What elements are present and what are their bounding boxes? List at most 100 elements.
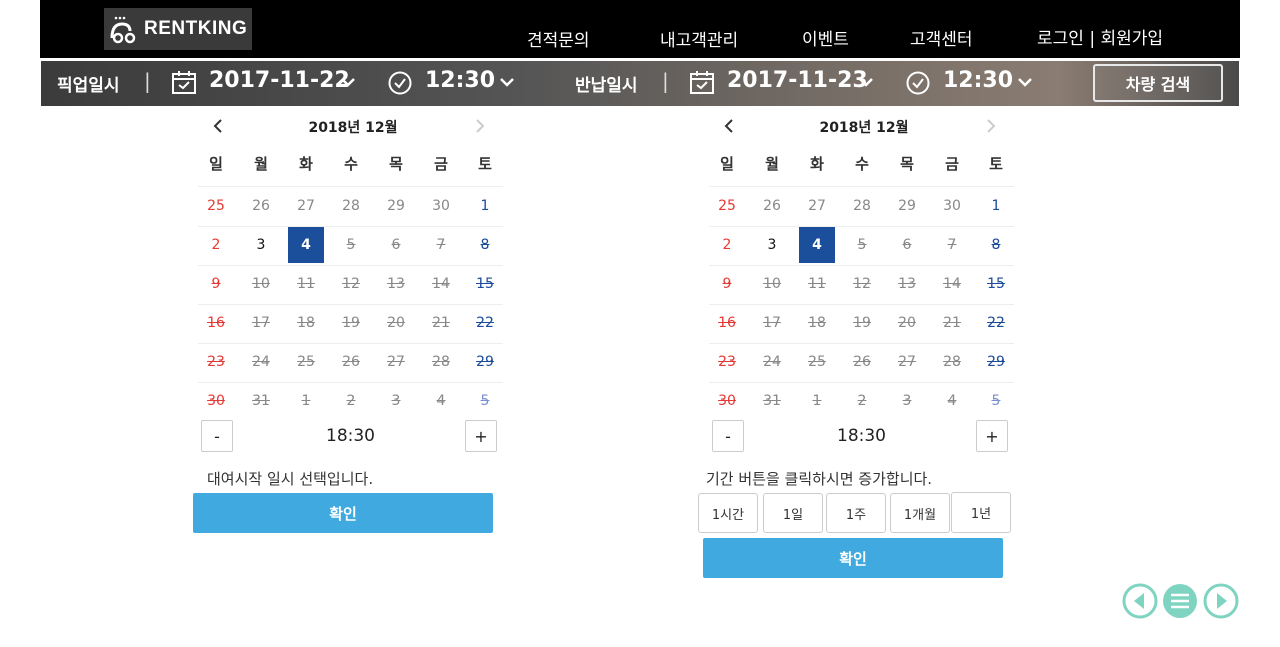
- chevron-down-icon[interactable]: [858, 71, 874, 95]
- vehicle-search-button[interactable]: 차량 검색: [1093, 64, 1223, 102]
- calendar-day[interactable]: 2: [709, 227, 745, 263]
- calendar-day[interactable]: 6: [378, 227, 414, 263]
- calendar-day[interactable]: 1: [799, 383, 835, 419]
- calendar-day[interactable]: 25: [799, 344, 835, 380]
- circle-prev-icon[interactable]: [1122, 583, 1158, 619]
- period-1hour-button[interactable]: 1시간: [698, 493, 758, 533]
- calendar-day[interactable]: 21: [423, 305, 459, 341]
- calendar-day[interactable]: 1: [978, 188, 1014, 224]
- return-time[interactable]: 12:30: [943, 68, 1013, 93]
- calendar-day[interactable]: 27: [378, 344, 414, 380]
- calendar-day[interactable]: 22: [978, 305, 1014, 341]
- calendar-day[interactable]: 20: [378, 305, 414, 341]
- calendar-day[interactable]: 3: [754, 227, 790, 263]
- calendar-day[interactable]: 16: [198, 305, 234, 341]
- calendar-day[interactable]: 26: [754, 188, 790, 224]
- calendar-day[interactable]: 22: [467, 305, 503, 341]
- calendar-day[interactable]: 6: [889, 227, 925, 263]
- calendar-day[interactable]: 12: [844, 266, 880, 302]
- nav-support[interactable]: 고객센터: [910, 25, 973, 50]
- calendar-day[interactable]: 25: [288, 344, 324, 380]
- calendar-day[interactable]: 5: [844, 227, 880, 263]
- calendar-day[interactable]: 24: [754, 344, 790, 380]
- calendar-day[interactable]: 28: [423, 344, 459, 380]
- calendar-day[interactable]: 3: [889, 383, 925, 419]
- calendar-day[interactable]: 25: [709, 188, 745, 224]
- calendar-day[interactable]: 26: [243, 188, 279, 224]
- calendar-day[interactable]: 23: [198, 344, 234, 380]
- calendar-day[interactable]: 30: [934, 188, 970, 224]
- calendar-day[interactable]: 29: [889, 188, 925, 224]
- calendar-day[interactable]: 21: [934, 305, 970, 341]
- calendar-icon[interactable]: [171, 70, 197, 96]
- circle-menu-icon[interactable]: [1162, 583, 1198, 619]
- nav-customer-manage[interactable]: 내고객관리: [660, 26, 738, 51]
- chevron-right-icon[interactable]: [474, 118, 486, 134]
- calendar-day[interactable]: 13: [889, 266, 925, 302]
- chevron-down-icon[interactable]: [1017, 71, 1033, 95]
- calendar-day[interactable]: 7: [423, 227, 459, 263]
- calendar-day[interactable]: 5: [978, 383, 1014, 419]
- time-plus-button[interactable]: +: [976, 420, 1008, 452]
- return-date[interactable]: 2017-11-23: [727, 68, 868, 93]
- circle-next-icon[interactable]: [1203, 583, 1239, 619]
- calendar-day[interactable]: 11: [799, 266, 835, 302]
- calendar-day[interactable]: 28: [844, 188, 880, 224]
- calendar-day[interactable]: 18: [799, 305, 835, 341]
- calendar-day[interactable]: 10: [754, 266, 790, 302]
- calendar-day[interactable]: 15: [467, 266, 503, 302]
- chevron-down-icon[interactable]: [499, 71, 515, 95]
- calendar-day[interactable]: 1: [467, 188, 503, 224]
- calendar-day[interactable]: 27: [889, 344, 925, 380]
- period-1month-button[interactable]: 1개월: [890, 493, 950, 533]
- period-1day-button[interactable]: 1일: [763, 493, 823, 533]
- calendar-day[interactable]: 2: [333, 383, 369, 419]
- calendar-day[interactable]: 28: [934, 344, 970, 380]
- logo[interactable]: RENTKING: [104, 8, 252, 50]
- calendar-day[interactable]: 3: [378, 383, 414, 419]
- calendar-day[interactable]: 17: [243, 305, 279, 341]
- calendar-day[interactable]: 10: [243, 266, 279, 302]
- calendar-day[interactable]: 29: [378, 188, 414, 224]
- clock-icon[interactable]: [905, 70, 931, 96]
- time-plus-button[interactable]: +: [465, 420, 497, 452]
- calendar-day[interactable]: 14: [423, 266, 459, 302]
- calendar-day[interactable]: 30: [423, 188, 459, 224]
- calendar-day[interactable]: 4: [423, 383, 459, 419]
- calendar-day[interactable]: 4: [934, 383, 970, 419]
- calendar-day[interactable]: 2: [198, 227, 234, 263]
- calendar-icon[interactable]: [689, 70, 715, 96]
- calendar-day[interactable]: 2: [844, 383, 880, 419]
- confirm-button[interactable]: 확인: [193, 493, 493, 533]
- calendar-day[interactable]: 31: [243, 383, 279, 419]
- calendar-day[interactable]: 26: [844, 344, 880, 380]
- chevron-right-icon[interactable]: [985, 118, 997, 134]
- calendar-day[interactable]: 9: [198, 266, 234, 302]
- calendar-day[interactable]: 4: [799, 227, 835, 263]
- calendar-day[interactable]: 17: [754, 305, 790, 341]
- calendar-day[interactable]: 3: [243, 227, 279, 263]
- calendar-day[interactable]: 14: [934, 266, 970, 302]
- calendar-day[interactable]: 27: [288, 188, 324, 224]
- chevron-down-icon[interactable]: [340, 71, 356, 95]
- period-1year-button[interactable]: 1년: [951, 492, 1011, 533]
- calendar-day[interactable]: 15: [978, 266, 1014, 302]
- calendar-day[interactable]: 29: [467, 344, 503, 380]
- pickup-time[interactable]: 12:30: [425, 68, 495, 93]
- calendar-day[interactable]: 13: [378, 266, 414, 302]
- calendar-day[interactable]: 4: [288, 227, 324, 263]
- nav-estimate[interactable]: 견적문의: [527, 26, 590, 51]
- pickup-date[interactable]: 2017-11-22: [209, 68, 350, 93]
- calendar-day[interactable]: 23: [709, 344, 745, 380]
- calendar-day[interactable]: 1: [288, 383, 324, 419]
- calendar-day[interactable]: 27: [799, 188, 835, 224]
- calendar-day[interactable]: 5: [467, 383, 503, 419]
- calendar-day[interactable]: 24: [243, 344, 279, 380]
- nav-event[interactable]: 이벤트: [802, 25, 849, 50]
- calendar-day[interactable]: 30: [198, 383, 234, 419]
- calendar-day[interactable]: 25: [198, 188, 234, 224]
- calendar-day[interactable]: 8: [467, 227, 503, 263]
- nav-login-signup[interactable]: 로그인 | 회원가입: [1037, 24, 1163, 49]
- calendar-day[interactable]: 28: [333, 188, 369, 224]
- calendar-day[interactable]: 29: [978, 344, 1014, 380]
